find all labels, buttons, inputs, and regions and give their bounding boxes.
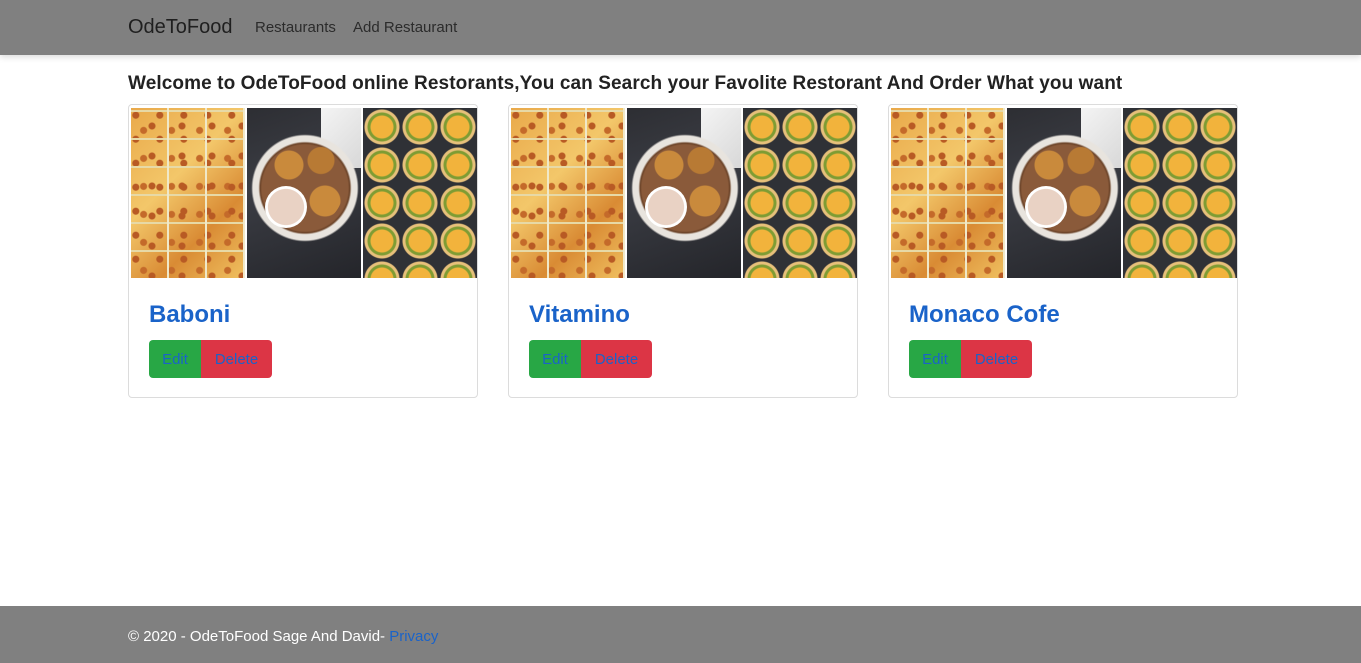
- nav-link-restaurants[interactable]: Restaurants: [255, 19, 336, 36]
- delete-button[interactable]: Delete: [581, 340, 652, 378]
- nav-link-add-restaurant[interactable]: Add Restaurant: [353, 19, 457, 36]
- restaurant-image: [511, 108, 857, 278]
- privacy-link[interactable]: Privacy: [389, 628, 438, 645]
- restaurant-card: Monaco Cofe Edit Delete: [888, 104, 1238, 398]
- card-button-group: Edit Delete: [149, 340, 272, 378]
- restaurant-card-list: Baboni Edit Delete Vitamino Edit Delete …: [128, 104, 1238, 398]
- footer: © 2020 - OdeToFood Sage And David- Priva…: [0, 606, 1361, 663]
- nuggets-image: [627, 108, 741, 278]
- edit-button[interactable]: Edit: [909, 340, 961, 378]
- navbar: OdeToFood Restaurants Add Restaurant: [0, 0, 1361, 55]
- restaurant-card: Vitamino Edit Delete: [508, 104, 858, 398]
- nuggets-image: [1007, 108, 1121, 278]
- pizza-image: [131, 108, 245, 278]
- copyright-text: © 2020 - OdeToFood Sage And David-: [128, 628, 386, 645]
- restaurant-name[interactable]: Baboni: [149, 301, 230, 329]
- delete-button[interactable]: Delete: [201, 340, 272, 378]
- pizza-image: [891, 108, 1005, 278]
- restaurant-name[interactable]: Monaco Cofe: [909, 301, 1060, 329]
- footer-text: © 2020 - OdeToFood Sage And David- Priva…: [128, 628, 438, 645]
- nuggets-image: [247, 108, 361, 278]
- appetizer-cups-image: [363, 108, 477, 278]
- restaurant-name[interactable]: Vitamino: [529, 301, 630, 329]
- card-button-group: Edit Delete: [909, 340, 1032, 378]
- card-button-group: Edit Delete: [529, 340, 652, 378]
- brand-link[interactable]: OdeToFood: [128, 16, 233, 39]
- appetizer-cups-image: [743, 108, 857, 278]
- welcome-heading: Welcome to OdeToFood online Restorants,Y…: [128, 73, 1123, 94]
- edit-button[interactable]: Edit: [149, 340, 201, 378]
- delete-button[interactable]: Delete: [961, 340, 1032, 378]
- pizza-image: [511, 108, 625, 278]
- restaurant-image: [131, 108, 477, 278]
- edit-button[interactable]: Edit: [529, 340, 581, 378]
- appetizer-cups-image: [1123, 108, 1237, 278]
- restaurant-image: [891, 108, 1237, 278]
- restaurant-card: Baboni Edit Delete: [128, 104, 478, 398]
